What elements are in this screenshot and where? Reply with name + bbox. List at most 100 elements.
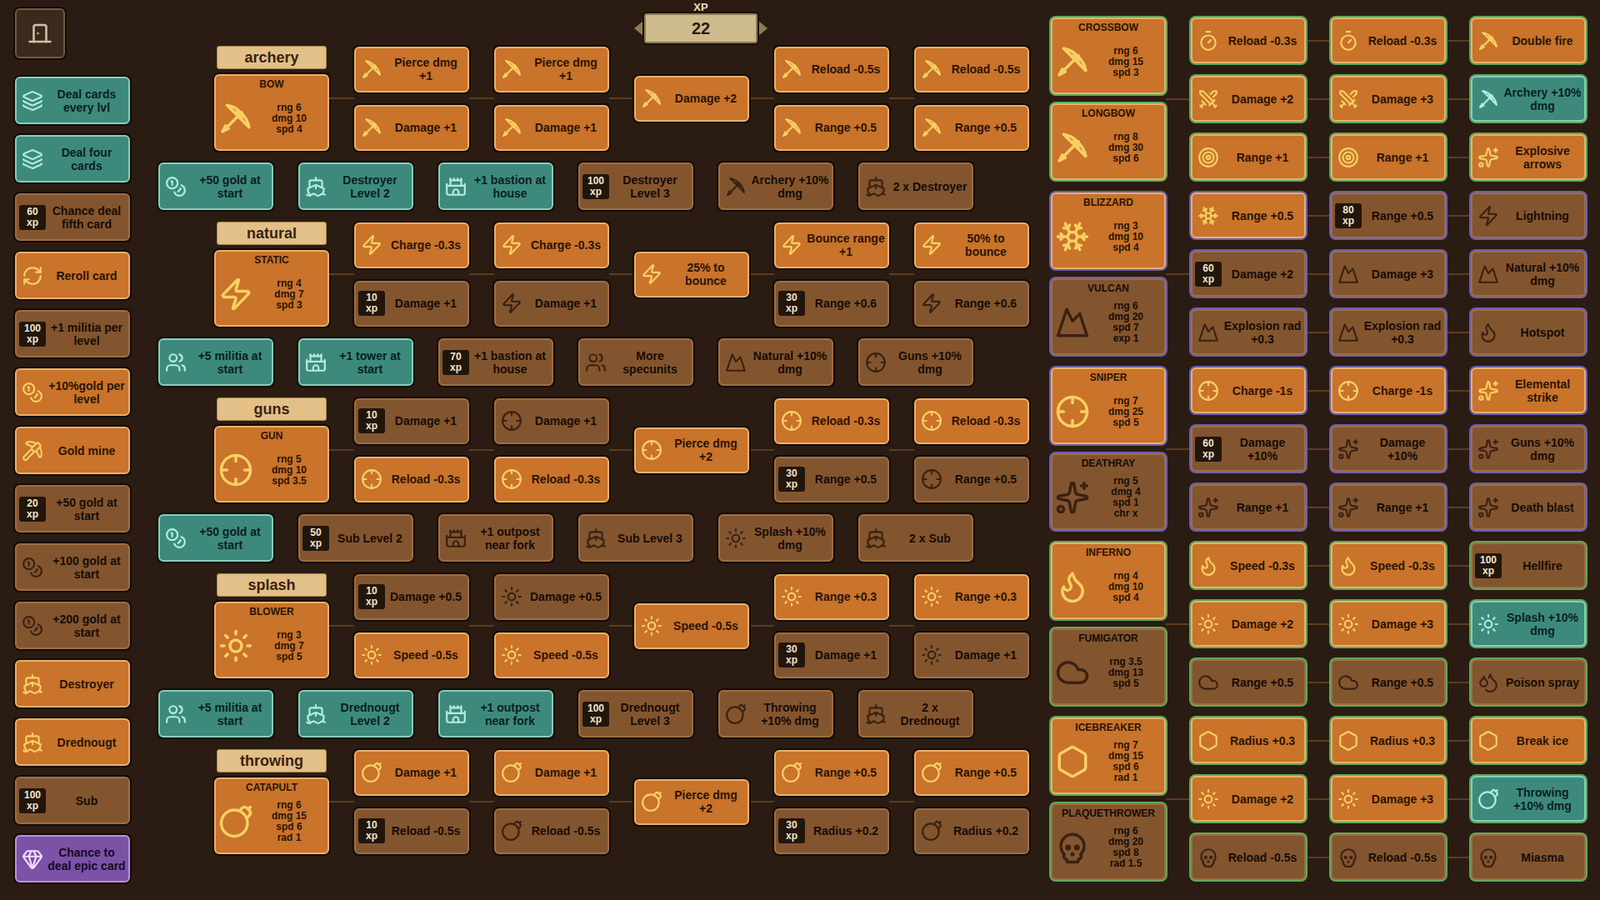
advanced-upgrade-card[interactable]: Natural +10% dmg — [1470, 250, 1586, 297]
unlock-card[interactable]: Natural +10% dmg — [718, 338, 834, 386]
tower-card[interactable]: BOWrng 6dmg 10spd 4 — [214, 74, 330, 151]
tower-card[interactable]: BLIZZARDrng 3dmg 10spd 4 — [1050, 192, 1166, 270]
tower-card[interactable]: STATICrng 4dmg 7spd 3 — [214, 250, 330, 327]
upgrade-card[interactable]: Charge -0.3s — [354, 222, 470, 269]
upgrade-card[interactable]: Bounce range +1 — [774, 222, 890, 269]
upgrade-card[interactable]: Range +0.5 — [774, 750, 890, 796]
upgrade-card[interactable]: Range +0.5 — [914, 750, 1030, 796]
upgrade-card[interactable]: Range +0.3 — [774, 574, 890, 620]
upgrade-card[interactable]: 30 xpRange +0.6 — [774, 280, 890, 327]
upgrade-card[interactable]: Reload -0.3s — [494, 456, 610, 503]
unlock-card[interactable]: 50 xpSub Level 2 — [298, 514, 414, 562]
upgrade-card[interactable]: Damage +1 — [494, 280, 610, 327]
upgrade-card[interactable]: Range +0.5 — [914, 456, 1030, 503]
unlock-card[interactable]: +1 outpost near fork — [438, 690, 554, 738]
advanced-upgrade-card[interactable]: Reload -0.3s — [1330, 17, 1446, 64]
advanced-upgrade-card[interactable]: Reload -0.5s — [1330, 834, 1446, 880]
sidebar-card[interactable]: Chance to deal epic card — [15, 835, 130, 883]
advanced-upgrade-card[interactable]: Archery +10% dmg — [1470, 75, 1586, 122]
upgrade-card[interactable]: Pierce dmg +1 — [354, 46, 470, 93]
upgrade-card[interactable]: Speed -0.5s — [354, 632, 470, 679]
advanced-upgrade-card[interactable]: Elemental strike — [1470, 367, 1586, 414]
unlock-card[interactable]: 100 xpDrednougt Level 3 — [578, 690, 694, 738]
upgrade-card[interactable]: Damage +0.5 — [494, 574, 610, 620]
advanced-upgrade-card[interactable]: Splash +10% dmg — [1470, 600, 1586, 647]
upgrade-card[interactable]: Reload -0.5s — [494, 808, 610, 855]
unlock-card[interactable]: 70 xp+1 bastion at house — [438, 338, 554, 386]
advanced-upgrade-card[interactable]: Damage +10% — [1330, 425, 1446, 472]
sidebar-card[interactable]: 100 xp+1 militia per level — [15, 310, 130, 358]
advanced-upgrade-card[interactable]: Range +0.5 — [1190, 192, 1306, 239]
advanced-upgrade-card[interactable]: Speed -0.3s — [1330, 542, 1446, 589]
advanced-upgrade-card[interactable]: Explosion rad +0.3 — [1190, 309, 1306, 355]
sidebar-card[interactable]: Gold mine — [15, 426, 130, 475]
advanced-upgrade-card[interactable]: Range +1 — [1190, 134, 1306, 180]
upgrade-card[interactable]: Radius +0.2 — [914, 808, 1030, 855]
upgrade-card[interactable]: Range +0.5 — [774, 105, 890, 151]
sidebar-card[interactable]: Deal cards every lvl — [15, 76, 130, 125]
advanced-upgrade-card[interactable]: Double fire — [1470, 17, 1586, 64]
sidebar-card[interactable]: Drednougt — [15, 718, 130, 766]
advanced-upgrade-card[interactable]: 60 xpDamage +2 — [1190, 250, 1306, 297]
upgrade-card[interactable]: Reload -0.3s — [914, 398, 1030, 445]
advanced-upgrade-card[interactable]: Range +0.5 — [1330, 659, 1446, 705]
advanced-upgrade-card[interactable]: Damage +2 — [1190, 600, 1306, 647]
advanced-upgrade-card[interactable]: Miasma — [1470, 834, 1586, 880]
tower-card[interactable]: LONGBOWrng 8dmg 30spd 6 — [1050, 103, 1166, 180]
upgrade-card[interactable]: Damage +1 — [354, 750, 470, 796]
tower-card[interactable]: SNIPERrng 7dmg 25spd 5 — [1050, 367, 1166, 445]
unlock-card[interactable]: Guns +10% dmg — [858, 338, 974, 386]
upgrade-card[interactable]: Damage +2 — [634, 75, 750, 122]
advanced-upgrade-card[interactable]: Radius +0.3 — [1330, 717, 1446, 764]
advanced-upgrade-card[interactable]: Guns +10% dmg — [1470, 425, 1586, 472]
unlock-card[interactable]: Throwing +10% dmg — [718, 690, 834, 738]
upgrade-card[interactable]: 10 xpDamage +1 — [354, 398, 470, 445]
unlock-card[interactable]: 2 x Drednougt — [858, 690, 974, 738]
tower-card[interactable]: CROSSBOWrng 6dmg 15spd 3 — [1050, 17, 1166, 95]
upgrade-card[interactable]: 30 xpRadius +0.2 — [774, 808, 890, 855]
advanced-upgrade-card[interactable]: Range +1 — [1330, 484, 1446, 530]
advanced-upgrade-card[interactable]: Reload -0.5s — [1190, 834, 1306, 880]
sidebar-card[interactable]: 100 xpSub — [15, 776, 130, 825]
advanced-upgrade-card[interactable]: Break ice — [1470, 717, 1586, 764]
upgrade-card[interactable]: 50% to bounce — [914, 222, 1030, 269]
sidebar-card[interactable]: +200 gold at start — [15, 601, 130, 650]
unlock-card[interactable]: Destroyer Level 2 — [298, 162, 414, 210]
sidebar-card[interactable]: +10%gold per level — [15, 368, 130, 416]
upgrade-card[interactable]: Reload -0.5s — [914, 46, 1030, 93]
upgrade-card[interactable]: Pierce dmg +2 — [634, 427, 750, 474]
advanced-upgrade-card[interactable]: Damage +3 — [1330, 775, 1446, 822]
tower-card[interactable]: INFERNOrng 4dmg 10spd 4 — [1050, 542, 1166, 620]
unlock-card[interactable]: +50 gold at start — [158, 514, 274, 562]
unlock-card[interactable]: 2 x Sub — [858, 514, 974, 562]
sidebar-card[interactable]: Deal four cards — [15, 135, 130, 183]
advanced-upgrade-card[interactable]: Charge -1s — [1190, 367, 1306, 414]
upgrade-card[interactable]: Pierce dmg +1 — [494, 46, 610, 93]
upgrade-card[interactable]: 10 xpDamage +0.5 — [354, 574, 470, 620]
advanced-upgrade-card[interactable]: Damage +3 — [1330, 75, 1446, 122]
unlock-card[interactable]: More specunits — [578, 338, 694, 386]
upgrade-card[interactable]: 10 xpDamage +1 — [354, 280, 470, 327]
upgrade-card[interactable]: 10 xpReload -0.5s — [354, 808, 470, 855]
upgrade-card[interactable]: Charge -0.3s — [494, 222, 610, 269]
upgrade-card[interactable]: Speed -0.5s — [494, 632, 610, 679]
tower-card[interactable]: DEATHRAYrng 5dmg 4spd 1chr x — [1050, 453, 1166, 530]
upgrade-card[interactable]: Range +0.5 — [914, 105, 1030, 151]
tower-card[interactable]: GUNrng 5dmg 10spd 3.5 — [214, 425, 330, 503]
upgrade-card[interactable]: Reload -0.5s — [774, 46, 890, 93]
advanced-upgrade-card[interactable]: 60 xpDamage +10% — [1190, 425, 1306, 472]
advanced-upgrade-card[interactable]: Death blast — [1470, 484, 1586, 530]
advanced-upgrade-card[interactable]: Range +0.5 — [1190, 659, 1306, 705]
advanced-upgrade-card[interactable]: Damage +2 — [1190, 775, 1306, 822]
advanced-upgrade-card[interactable]: Damage +3 — [1330, 250, 1446, 297]
unlock-card[interactable]: +5 militia at start — [158, 338, 274, 386]
advanced-upgrade-card[interactable]: Damage +3 — [1330, 600, 1446, 647]
sidebar-card[interactable]: +100 gold at start — [15, 543, 130, 591]
advanced-upgrade-card[interactable]: Charge -1s — [1330, 367, 1446, 414]
unlock-card[interactable]: 100 xpDestroyer Level 3 — [578, 162, 694, 210]
advanced-upgrade-card[interactable]: Range +1 — [1190, 484, 1306, 530]
sidebar-card[interactable]: 20 xp+50 gold at start — [15, 485, 130, 533]
unlock-card[interactable]: Splash +10% dmg — [718, 514, 834, 562]
sidebar-card[interactable]: Reroll card — [15, 251, 130, 300]
unlock-card[interactable]: +1 bastion at house — [438, 162, 554, 210]
